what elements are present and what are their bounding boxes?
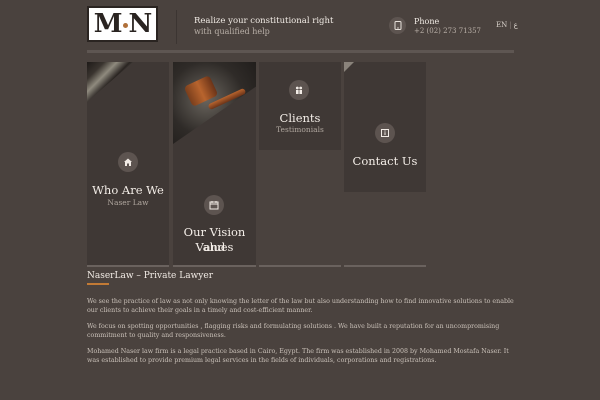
tile-bottom-bar: [173, 265, 256, 267]
tile-image-pattern: [87, 62, 133, 102]
gavel-image: [173, 62, 256, 144]
tagline-primary: Realize your constitutional right: [194, 16, 334, 26]
logo-letter-n: N: [128, 9, 153, 39]
language-switcher: EN | ع: [496, 21, 518, 29]
tile-subtitle: Naser Law: [107, 198, 149, 207]
tile-our-vision[interactable]: Our Vision and Values: [173, 62, 256, 267]
paragraph-focus: We focus on spotting opportunities , fla…: [87, 323, 500, 340]
tile-subtitle: Testimonials: [276, 125, 324, 134]
tile-bottom-bar: [87, 265, 169, 267]
tile-clients[interactable]: Clients Testimonials: [259, 62, 341, 267]
phone-icon: [389, 17, 406, 34]
logo-dot: [122, 22, 128, 28]
phone-label: Phone: [414, 17, 440, 26]
tile-title: Contact Us: [352, 154, 418, 168]
tile-contact-us[interactable]: Contact Us: [344, 62, 426, 267]
users-icon: [289, 80, 309, 100]
tile-bottom-bar: [344, 265, 426, 267]
lang-en-link[interactable]: EN: [496, 21, 507, 29]
tile-title: Clients: [279, 111, 321, 125]
tile-bottom-bar: [259, 265, 341, 267]
tile-title: Who Are We: [92, 183, 164, 197]
tile-who-are-we[interactable]: Who Are We Naser Law: [87, 62, 169, 267]
calendar-icon: [204, 195, 224, 215]
tagline-secondary: with qualified help: [194, 27, 270, 36]
header-divider: [176, 10, 177, 44]
info-icon: [375, 123, 395, 143]
section-title-underline: [87, 283, 109, 285]
logo[interactable]: MN: [87, 6, 158, 42]
phone-number[interactable]: +2 (02) 273 71357: [414, 27, 481, 35]
tile-title-line2: Values: [195, 240, 234, 254]
paragraph-about-firm: Mohamed Naser law firm is a legal practi…: [87, 348, 509, 365]
logo-text: MN: [93, 9, 153, 39]
header-rule: [87, 50, 514, 53]
section-title: NaserLaw – Private Lawyer: [87, 271, 214, 281]
tile-panel: [259, 62, 341, 150]
lang-separator: |: [509, 21, 512, 29]
logo-letter-m: M: [93, 9, 123, 39]
lang-ar-link[interactable]: ع: [514, 21, 518, 29]
home-icon: [118, 152, 138, 172]
paragraph-approach: We see the practice of law as not only k…: [87, 298, 514, 315]
